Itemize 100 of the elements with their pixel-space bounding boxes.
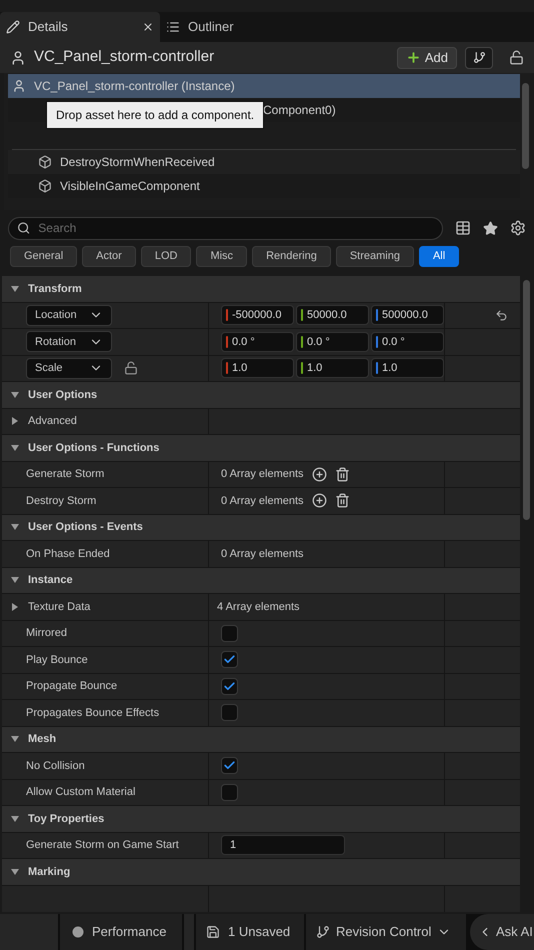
search-icon xyxy=(17,221,30,235)
unlock-icon[interactable] xyxy=(509,50,524,65)
expand-arrow-icon[interactable] xyxy=(10,602,20,612)
check-icon xyxy=(223,680,236,693)
checkbox[interactable] xyxy=(221,651,238,668)
collapse-arrow-icon[interactable] xyxy=(10,284,20,294)
revision-control-button[interactable]: Revision Control xyxy=(306,914,466,950)
number-field[interactable]: 500000.0 xyxy=(371,305,444,326)
property-value: 0 Array elements xyxy=(221,494,304,508)
checkbox[interactable] xyxy=(221,757,238,774)
tooltip: Drop asset here to add a component. xyxy=(46,101,264,129)
unsaved-button[interactable]: 1 Unsaved xyxy=(196,914,304,950)
property-label: Texture Data xyxy=(28,600,90,614)
table-icon[interactable] xyxy=(455,220,471,236)
settings-icon[interactable] xyxy=(510,220,526,236)
filter-tab[interactable]: Streaming xyxy=(336,246,414,267)
property-label: Propagate Bounce xyxy=(26,679,118,694)
property-label: Propagates Bounce Effects xyxy=(26,706,160,720)
property-label: Allow Custom Material xyxy=(26,785,136,800)
property-label: No Collision xyxy=(26,758,85,774)
circle-icon xyxy=(72,926,84,938)
category-header[interactable]: Transform xyxy=(2,276,520,302)
component-icon xyxy=(38,155,52,169)
collapse-arrow-icon[interactable] xyxy=(10,866,20,877)
checkbox[interactable] xyxy=(221,704,238,722)
panel-tab[interactable]: Outliner xyxy=(160,12,240,42)
reset-icon[interactable] xyxy=(495,308,508,322)
performance-button[interactable]: Performance xyxy=(60,914,182,950)
number-field[interactable]: 1.0 xyxy=(221,358,294,378)
category-header[interactable]: Marking xyxy=(2,859,520,886)
transform-mode-dropdown[interactable]: Location xyxy=(26,304,112,326)
actor-icon xyxy=(12,79,26,93)
category-label: User Options - Functions xyxy=(28,440,160,456)
number-field[interactable]: 0.0 ° xyxy=(371,332,444,352)
component-row[interactable]: VC_Panel_storm-controller (Instance) xyxy=(8,74,520,98)
property-value: 0 Array elements xyxy=(221,546,304,562)
number-field[interactable]: 50000.0 xyxy=(296,305,369,326)
add-element-icon[interactable] xyxy=(312,466,327,482)
collapse-arrow-icon[interactable] xyxy=(10,734,20,744)
branch-icon xyxy=(316,925,330,939)
number-field[interactable]: 0.0 ° xyxy=(221,332,294,352)
checkbox[interactable] xyxy=(221,784,238,801)
category-label: User Options - Events xyxy=(28,520,143,535)
category-header[interactable]: User Options - Events xyxy=(2,514,520,541)
property-label: Generate Storm xyxy=(26,467,104,482)
number-field[interactable]: 1.0 xyxy=(371,358,444,378)
number-field[interactable]: 0.0 ° xyxy=(296,332,369,352)
number-field[interactable]: -500000.0 xyxy=(221,305,294,326)
filter-tab[interactable]: Rendering xyxy=(252,246,331,267)
filter-tab[interactable]: Misc xyxy=(196,246,248,267)
category-header[interactable]: User Options xyxy=(2,382,520,408)
collapse-arrow-icon[interactable] xyxy=(10,390,20,400)
transform-mode-dropdown[interactable]: Rotation xyxy=(26,331,112,352)
property-value: 0 Array elements xyxy=(221,467,304,482)
hierarchy-icon xyxy=(472,51,486,64)
category-label: Marking xyxy=(28,864,70,880)
add-button[interactable]: Add xyxy=(396,46,457,68)
category-label: User Options xyxy=(28,388,98,402)
star-icon[interactable] xyxy=(483,220,498,236)
checkbox[interactable] xyxy=(221,678,238,695)
text-field[interactable]: 1 xyxy=(221,835,345,856)
collapse-arrow-icon[interactable] xyxy=(10,814,20,824)
category-header[interactable]: Toy Properties xyxy=(2,806,520,832)
trash-icon[interactable] xyxy=(334,493,350,508)
transform-mode-dropdown[interactable]: Scale xyxy=(26,358,112,379)
trash-icon[interactable] xyxy=(334,466,350,482)
pencil-icon xyxy=(6,20,20,34)
category-header[interactable]: User Options - Functions xyxy=(2,435,520,462)
property-label: Advanced xyxy=(28,414,77,429)
search-field[interactable]: Search xyxy=(8,216,443,240)
collapse-arrow-icon[interactable] xyxy=(10,522,20,532)
filter-tab[interactable]: All xyxy=(418,246,460,267)
property-label: On Phase Ended xyxy=(26,546,110,562)
category-header[interactable]: Instance xyxy=(2,568,520,594)
category-label: Mesh xyxy=(28,732,56,747)
list-icon xyxy=(166,20,180,34)
plus-icon xyxy=(406,50,421,65)
hierarchy-button[interactable] xyxy=(465,46,493,68)
actor-title: VC_Panel_storm-controller xyxy=(34,47,216,68)
collapse-arrow-icon[interactable] xyxy=(10,442,20,453)
filter-tab[interactable]: Actor xyxy=(82,246,136,267)
filter-tab[interactable]: LOD xyxy=(140,246,192,267)
component-row[interactable]: DestroyStormWhenReceived xyxy=(8,150,520,174)
add-element-icon[interactable] xyxy=(312,493,327,508)
expand-arrow-icon[interactable] xyxy=(10,416,20,426)
checkbox[interactable] xyxy=(221,624,238,642)
ask-ai-button[interactable]: Ask AI xyxy=(470,914,534,950)
property-label: Generate Storm on Game Start xyxy=(26,838,179,853)
panel-tab[interactable]: Details xyxy=(0,12,160,42)
filter-tab[interactable]: General xyxy=(10,246,78,267)
property-label: Mirrored xyxy=(26,626,67,641)
category-header[interactable]: Mesh xyxy=(2,726,520,753)
close-icon[interactable] xyxy=(142,21,154,33)
number-field[interactable]: 1.0 xyxy=(296,358,369,378)
actor-icon xyxy=(10,50,26,66)
save-icon xyxy=(206,925,220,939)
category-label: Toy Properties xyxy=(28,812,104,826)
collapse-arrow-icon[interactable] xyxy=(10,575,20,586)
unlock-icon[interactable] xyxy=(124,361,138,376)
component-icon xyxy=(38,179,52,193)
